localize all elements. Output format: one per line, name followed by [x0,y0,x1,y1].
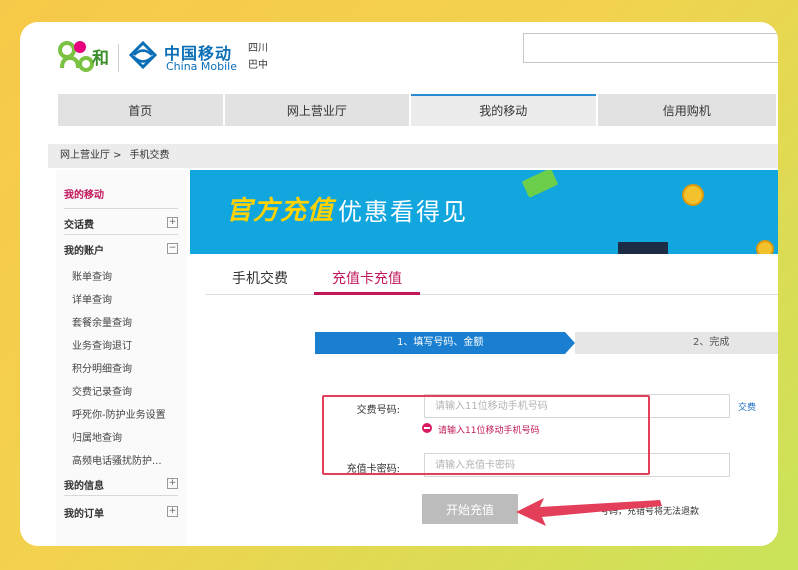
sidebar-item-recharge[interactable]: 交话费 + [64,216,178,231]
tab-divider [206,294,778,295]
tab-card-recharge[interactable]: 充值卡充值 [332,268,402,288]
collapse-icon[interactable]: − [167,243,178,254]
sidebar-item-label: 我的订单 [64,509,104,520]
sidebar: 我的移动 交话费 + 我的账户 − 账单查询 详单查询 套餐余量查询 业务查询退… [56,170,186,546]
nav-my-mobile[interactable]: 我的移动 [411,94,596,126]
sidebar-item-label: 交话费 [64,220,94,231]
banner-title: 官方充值 [226,196,335,226]
sidebar-sub-protection[interactable]: 呼死你-防护业务设置 [72,406,166,421]
page: 和 中国移动 China Mobile 四川 巴中 首页 网上营业厅 我的移动 … [20,22,778,546]
region-city: 巴中 [248,60,268,71]
promo-banner: 官方充值 优惠看得见 [190,170,778,254]
sidebar-title[interactable]: 我的移动 [64,186,104,201]
step-complete: 2、完成 [575,332,778,354]
breadcrumb-online-hall[interactable]: 网上营业厅 > [60,150,122,161]
sidebar-divider [64,208,178,209]
coin-icon [756,240,774,254]
screenshot-frame: 和 中国移动 China Mobile 四川 巴中 首页 网上营业厅 我的移动 … [20,22,778,546]
sidebar-sub-location[interactable]: 归属地查询 [72,429,122,444]
annotation-highlight-box [322,395,650,475]
sidebar-sub-balance[interactable]: 套餐余量查询 [72,314,132,329]
nav-credit-phone[interactable]: 信用购机 [597,94,777,126]
sidebar-sub-business[interactable]: 业务查询退订 [72,337,132,352]
banner-subtitle: 优惠看得见 [338,198,468,226]
region-province: 四川 [248,43,268,54]
step-fill-info: 1、填写号码、金额 [315,332,565,354]
logo-divider [118,44,119,72]
payment-link[interactable]: 交费 [738,400,756,413]
sidebar-sub-bill[interactable]: 账单查询 [72,268,112,283]
tab-phone-payment[interactable]: 手机交费 [232,268,288,288]
sidebar-item-info[interactable]: 我的信息 + [64,477,178,492]
sidebar-item-account[interactable]: 我的账户 − [64,242,178,257]
expand-icon[interactable]: + [167,506,178,517]
coin-icon [682,184,704,206]
search-input[interactable] [523,33,778,63]
breadcrumb-phone-payment: 手机交费 [129,150,170,161]
china-mobile-en-name: China Mobile [166,60,238,73]
main-nav: 首页 网上营业厅 我的移动 信用购机 [58,94,778,126]
active-tab-indicator [314,292,420,295]
sidebar-sub-detail[interactable]: 详单查询 [72,291,112,306]
annotation-arrow-icon [516,498,662,526]
china-mobile-logo-icon [128,40,158,70]
nav-home[interactable]: 首页 [58,94,223,126]
sidebar-item-label: 我的账户 [64,246,104,257]
card-graphic [618,242,668,254]
region-selector[interactable]: 四川 巴中 [248,40,268,74]
expand-icon[interactable]: + [167,217,178,228]
sidebar-item-label: 我的信息 [64,481,104,492]
sidebar-sub-payment-records[interactable]: 交费记录查询 [72,383,132,398]
start-recharge-button[interactable]: 开始充值 [422,494,518,524]
step-label: 2、完成 [693,337,730,348]
sidebar-item-orders[interactable]: 我的订单 + [64,505,178,520]
step-label: 1、填写号码、金额 [397,337,484,348]
expand-icon[interactable]: + [167,478,178,489]
he-brand-text: 和 [92,49,109,69]
nav-online-hall[interactable]: 网上营业厅 [224,94,410,126]
sidebar-divider [64,234,178,235]
step-arrow-icon [565,332,575,354]
cash-icon [521,170,559,198]
breadcrumb: 网上营业厅 > 手机交费 [48,144,778,168]
sidebar-divider [64,495,178,496]
sidebar-sub-points[interactable]: 积分明细查询 [72,360,132,375]
sidebar-sub-harassment[interactable]: 高频电话骚扰防护... [72,452,162,467]
